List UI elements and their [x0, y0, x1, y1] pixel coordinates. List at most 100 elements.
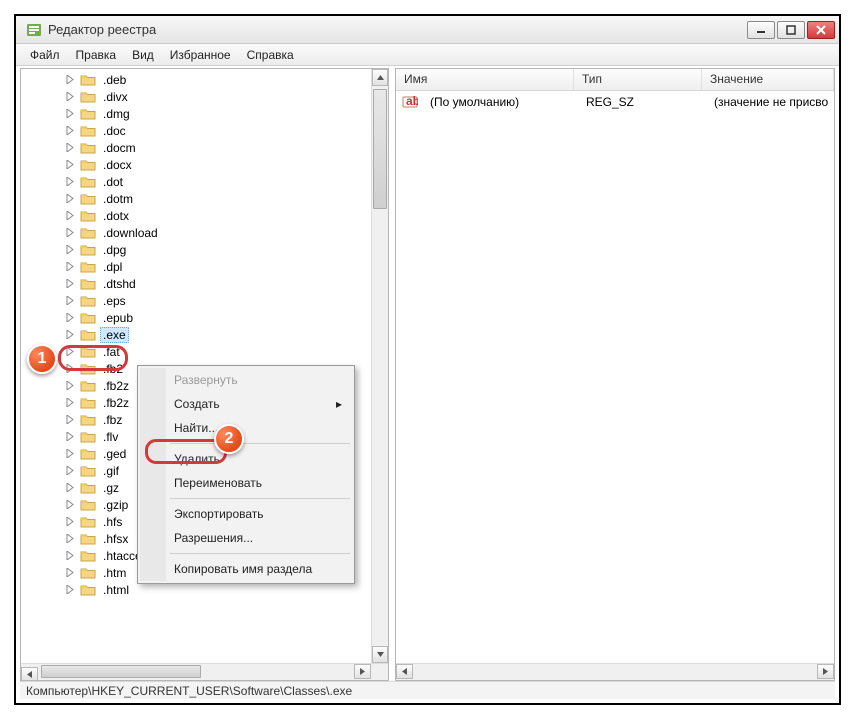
- svg-text:ab: ab: [406, 94, 418, 108]
- expander-icon[interactable]: [65, 499, 76, 510]
- expander-icon[interactable]: [65, 91, 76, 102]
- tree-item[interactable]: .fat: [21, 343, 371, 360]
- expander-icon[interactable]: [65, 193, 76, 204]
- folder-icon: [80, 277, 96, 291]
- close-button[interactable]: [807, 21, 835, 39]
- tree-item-label: .dpl: [100, 259, 125, 275]
- scroll-up-button[interactable]: [372, 69, 388, 86]
- tree-scrollbar-horizontal[interactable]: [21, 663, 388, 680]
- context-menu-delete[interactable]: Удалить: [140, 447, 352, 471]
- tree-item[interactable]: .dotx: [21, 207, 371, 224]
- context-menu-separator: [170, 553, 350, 554]
- expander-icon[interactable]: [65, 363, 76, 374]
- expander-icon[interactable]: [65, 465, 76, 476]
- expander-icon[interactable]: [65, 397, 76, 408]
- expander-icon[interactable]: [65, 584, 76, 595]
- expander-icon[interactable]: [65, 261, 76, 272]
- tree-scrollbar-vertical[interactable]: [371, 69, 388, 663]
- menu-file[interactable]: Файл: [22, 46, 68, 64]
- tree-item[interactable]: .divx: [21, 88, 371, 105]
- tree-item-label: .dtshd: [100, 276, 139, 292]
- expander-icon[interactable]: [65, 159, 76, 170]
- values-scrollbar-horizontal[interactable]: [396, 663, 834, 680]
- expander-icon[interactable]: [65, 414, 76, 425]
- expander-icon[interactable]: [65, 431, 76, 442]
- context-menu-rename[interactable]: Переименовать: [140, 471, 352, 495]
- expander-icon[interactable]: [65, 346, 76, 357]
- scroll-right-button[interactable]: [817, 664, 834, 679]
- tree-item[interactable]: .dpg: [21, 241, 371, 258]
- tree-item[interactable]: .docx: [21, 156, 371, 173]
- menu-edit[interactable]: Правка: [68, 46, 125, 64]
- expander-icon[interactable]: [65, 448, 76, 459]
- tree-item[interactable]: .dpl: [21, 258, 371, 275]
- context-menu-new[interactable]: Создать▸: [140, 392, 352, 416]
- statusbar: Компьютер\HKEY_CURRENT_USER\Software\Cla…: [20, 681, 835, 699]
- expander-icon[interactable]: [65, 380, 76, 391]
- list-body[interactable]: ab (По умолчанию) REG_SZ (значение не пр…: [396, 91, 834, 113]
- tree-item[interactable]: .docm: [21, 139, 371, 156]
- folder-icon: [80, 430, 96, 444]
- folder-icon: [80, 243, 96, 257]
- expander-icon[interactable]: [65, 295, 76, 306]
- expander-icon[interactable]: [65, 125, 76, 136]
- context-menu-expand[interactable]: Развернуть: [140, 368, 352, 392]
- folder-icon: [80, 379, 96, 393]
- expander-icon[interactable]: [65, 329, 76, 340]
- column-header-data[interactable]: Значение: [702, 69, 834, 90]
- tree-item-label: .flv: [100, 429, 121, 445]
- column-header-name[interactable]: Имя: [396, 69, 574, 90]
- context-menu-find[interactable]: Найти...: [140, 416, 352, 440]
- tree-item-label: .download: [100, 225, 161, 241]
- scroll-down-button[interactable]: [372, 646, 388, 663]
- scroll-thumb-vertical[interactable]: [373, 89, 387, 209]
- expander-icon[interactable]: [65, 533, 76, 544]
- maximize-button[interactable]: [777, 21, 805, 39]
- cell-data: (значение не присво: [706, 95, 834, 109]
- tree-item[interactable]: .eps: [21, 292, 371, 309]
- tree-item[interactable]: .exe: [21, 326, 371, 343]
- list-row[interactable]: ab (По умолчанию) REG_SZ (значение не пр…: [396, 93, 834, 111]
- window-title: Редактор реестра: [48, 22, 745, 37]
- tree-item[interactable]: .dot: [21, 173, 371, 190]
- context-menu-copy-key-name[interactable]: Копировать имя раздела: [140, 557, 352, 581]
- tree-item[interactable]: .epub: [21, 309, 371, 326]
- context-menu: Развернуть Создать▸ Найти... Удалить Пер…: [137, 365, 355, 584]
- expander-icon[interactable]: [65, 550, 76, 561]
- menu-favorites[interactable]: Избранное: [162, 46, 239, 64]
- expander-icon[interactable]: [65, 210, 76, 221]
- cell-type: REG_SZ: [578, 95, 706, 109]
- expander-icon[interactable]: [65, 312, 76, 323]
- expander-icon[interactable]: [65, 516, 76, 527]
- expander-icon[interactable]: [65, 142, 76, 153]
- minimize-button[interactable]: [747, 21, 775, 39]
- values-pane: Имя Тип Значение ab (По умолчанию) REG_S…: [395, 68, 835, 681]
- tree-item[interactable]: .download: [21, 224, 371, 241]
- tree-item[interactable]: .dtshd: [21, 275, 371, 292]
- tree-item-label: .gif: [100, 463, 122, 479]
- expander-icon[interactable]: [65, 567, 76, 578]
- tree-item-label: .fat: [100, 344, 123, 360]
- tree-item[interactable]: .deb: [21, 71, 371, 88]
- folder-icon: [80, 209, 96, 223]
- tree-item[interactable]: .dotm: [21, 190, 371, 207]
- scroll-left-button[interactable]: [396, 664, 413, 679]
- list-header: Имя Тип Значение: [396, 69, 834, 91]
- column-header-type[interactable]: Тип: [574, 69, 702, 90]
- scroll-thumb-horizontal[interactable]: [41, 665, 201, 678]
- expander-icon[interactable]: [65, 482, 76, 493]
- expander-icon[interactable]: [65, 244, 76, 255]
- scroll-right-button[interactable]: [354, 664, 371, 679]
- expander-icon[interactable]: [65, 74, 76, 85]
- context-menu-export[interactable]: Экспортировать: [140, 502, 352, 526]
- context-menu-permissions[interactable]: Разрешения...: [140, 526, 352, 550]
- menu-view[interactable]: Вид: [124, 46, 162, 64]
- tree-item[interactable]: .doc: [21, 122, 371, 139]
- expander-icon[interactable]: [65, 227, 76, 238]
- expander-icon[interactable]: [65, 176, 76, 187]
- tree-item[interactable]: .dmg: [21, 105, 371, 122]
- expander-icon[interactable]: [65, 278, 76, 289]
- menu-help[interactable]: Справка: [239, 46, 302, 64]
- scroll-left-button[interactable]: [21, 667, 38, 681]
- expander-icon[interactable]: [65, 108, 76, 119]
